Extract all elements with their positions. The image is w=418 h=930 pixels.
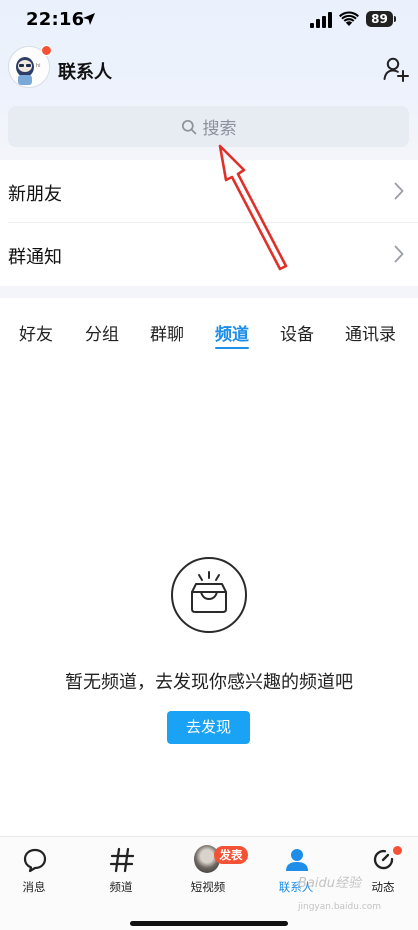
chevron-right-icon	[394, 245, 404, 263]
add-user-icon[interactable]	[382, 55, 410, 83]
search-placeholder: 搜索	[202, 119, 237, 139]
tab-active-indicator	[215, 347, 249, 349]
tab-channels[interactable]: 频道	[215, 320, 249, 345]
nav-short-video[interactable]: 发表 短视频	[166, 837, 250, 897]
tab-devices[interactable]: 设备	[280, 320, 314, 345]
list-item-label: 群通知	[8, 247, 62, 268]
nav-channels[interactable]: 频道	[79, 837, 163, 897]
chevron-right-icon	[394, 182, 404, 200]
nav-label: 消息	[22, 880, 46, 894]
nav-label: 短视频	[190, 880, 226, 894]
tab-group-chats[interactable]: 群聊	[150, 320, 184, 345]
battery-indicator: 89	[366, 11, 396, 27]
nav-messages[interactable]: 消息	[0, 837, 76, 897]
status-bar: 22:16 89	[0, 0, 418, 40]
list-item-new-friends[interactable]: 新朋友	[0, 160, 418, 223]
header: hi 联系人	[0, 42, 418, 94]
tab-bar: 好友 分组 群聊 频道 设备 通讯录	[0, 298, 418, 360]
contact-list: 新朋友 群通知	[0, 160, 418, 286]
inbox-icon	[171, 557, 247, 633]
notification-dot	[41, 45, 52, 56]
nav-label: 频道	[109, 880, 133, 894]
list-item-label: 新朋友	[8, 184, 62, 205]
tab-address-book[interactable]: 通讯录	[345, 320, 396, 345]
empty-state-message: 暂无频道，去发现你感兴趣的频道吧	[65, 672, 353, 693]
wifi-icon	[339, 11, 359, 26]
watermark: Baidu经验	[298, 876, 361, 891]
cellular-signal-icon	[310, 12, 332, 28]
location-arrow-icon	[83, 13, 95, 25]
contacts-icon	[286, 849, 308, 871]
svg-text:hi: hi	[36, 63, 41, 69]
message-icon	[23, 848, 47, 873]
tab-friends[interactable]: 好友	[19, 320, 53, 345]
search-input[interactable]: 搜索	[8, 106, 409, 147]
tab-groups[interactable]: 分组	[85, 320, 119, 345]
watermark-url: jingyan.baidu.com	[298, 902, 382, 912]
home-indicator	[130, 921, 288, 926]
publish-badge: 发表	[214, 846, 248, 864]
hash-icon	[109, 847, 135, 873]
page-title: 联系人	[58, 62, 112, 83]
notification-dot	[393, 846, 402, 855]
discover-button[interactable]: 去发现	[167, 711, 250, 744]
search-icon	[181, 119, 196, 134]
list-item-group-notifications[interactable]: 群通知	[0, 223, 418, 286]
status-time: 22:16	[26, 9, 85, 30]
